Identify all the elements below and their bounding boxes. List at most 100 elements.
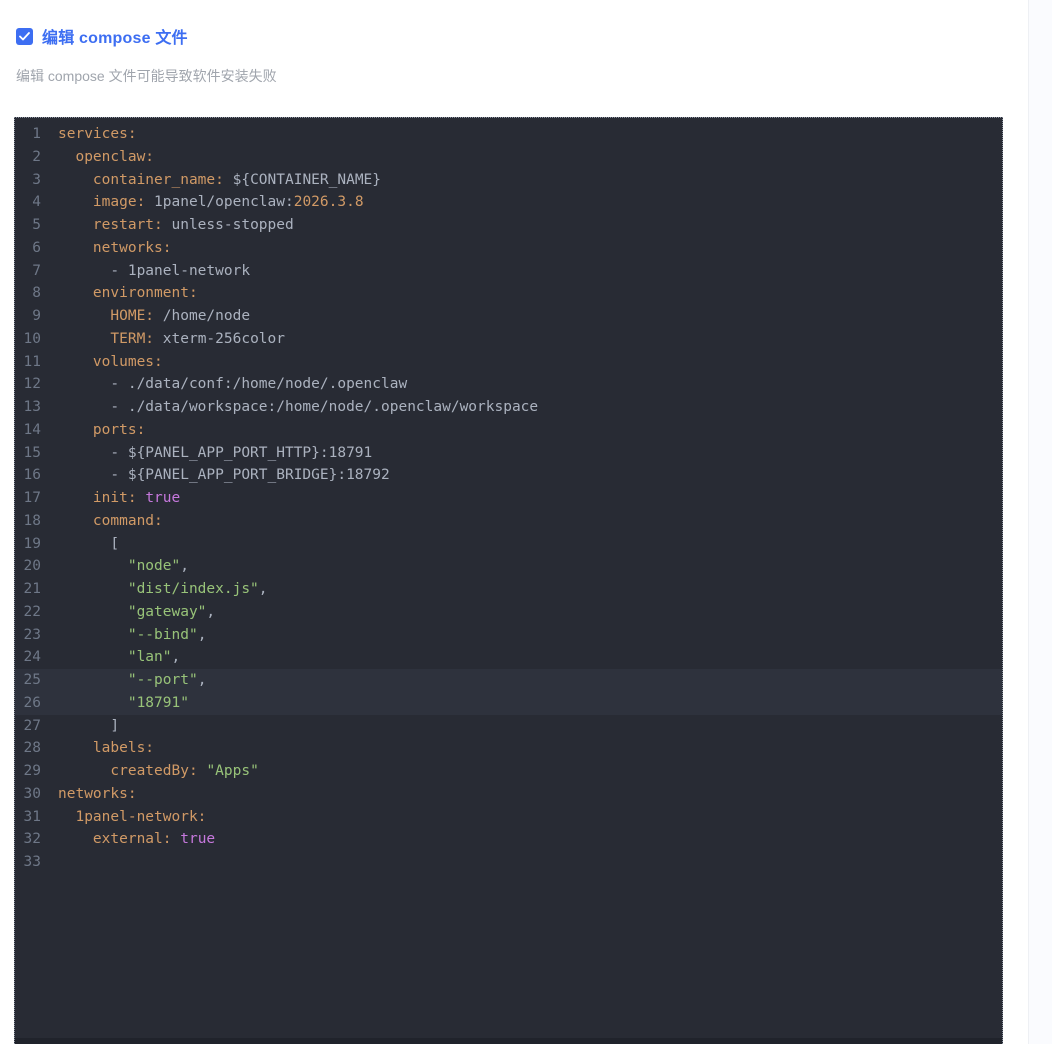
code-line[interactable]: 10 TERM: xterm-256color (15, 328, 1002, 351)
code-line-text: - ./data/conf:/home/node/.openclaw (58, 376, 408, 393)
code-line[interactable]: 21 "dist/index.js", (15, 578, 1002, 601)
code-line-text: openclaw: (75, 148, 155, 165)
code-line[interactable]: 3 container_name: ${CONTAINER_NAME} (15, 169, 1002, 192)
code-line[interactable]: 1 services: (15, 123, 1002, 146)
line-number: 19 (23, 535, 41, 552)
code-line[interactable]: 7 - 1panel-network (15, 260, 1002, 283)
code-line-text: external: true (92, 831, 216, 848)
code-line[interactable]: 31 1panel-network: (15, 806, 1002, 829)
line-number: 8 (32, 285, 41, 302)
line-number: 25 (23, 672, 41, 688)
line-number: 16 (23, 467, 41, 484)
code-line[interactable]: 18 command: (15, 510, 1002, 533)
code-line[interactable]: 9 HOME: /home/node (15, 305, 1002, 328)
line-number: 2 (32, 148, 41, 165)
page-scrollbar-track[interactable] (1028, 0, 1052, 1044)
code-line-text: networks: (92, 239, 172, 256)
line-number: 32 (23, 831, 41, 848)
line-number: 13 (23, 399, 41, 415)
line-number: 12 (23, 376, 41, 393)
code-line[interactable]: 13 - ./data/workspace:/home/node/.opencl… (15, 396, 1002, 419)
line-number: 4 (32, 194, 41, 211)
code-line-text: - ${PANEL_APP_PORT_BRIDGE}:18792 (58, 467, 390, 484)
code-line[interactable]: 29 createdBy: "Apps" (15, 760, 1002, 783)
compose-editor[interactable]: 1 services: 2 openclaw: 3 container_name: $… (14, 117, 1003, 1044)
line-number: 10 (23, 330, 41, 347)
code-line-text: HOME: /home/node (110, 308, 251, 324)
code-line-text: "18791" (127, 694, 189, 711)
line-number: 15 (23, 444, 41, 461)
code-line-text: - ./data/workspace:/home/node/.openclaw/… (58, 399, 539, 415)
code-line[interactable]: 22 "gateway", (15, 601, 1002, 624)
code-line[interactable]: 32 external: true (15, 828, 1002, 851)
code-line[interactable]: 17 init: true (15, 487, 1002, 510)
line-number: 1 (32, 126, 41, 142)
code-line[interactable]: 30 networks: (15, 783, 1002, 806)
line-number: 28 (23, 740, 41, 757)
code-line-text: "dist/index.js", (127, 581, 268, 597)
code-line[interactable]: 24 "lan", (15, 646, 1002, 669)
code-line[interactable]: 20 "node", (15, 555, 1002, 578)
code-line-text: - 1panel-network (58, 262, 251, 279)
line-number: 7 (32, 262, 41, 279)
code-line-text: "lan", (127, 649, 181, 666)
code-line-text: ports: (92, 421, 146, 438)
line-number: 17 (23, 490, 41, 506)
edit-compose-section: 编辑 compose 文件 (16, 24, 188, 48)
code-line-text: environment: (92, 285, 198, 302)
line-number: 27 (23, 717, 41, 734)
line-number: 26 (23, 694, 41, 711)
code-line-text: image: 1panel/openclaw:2026.3.8 (92, 194, 364, 211)
line-number: 14 (23, 421, 41, 438)
code-line[interactable]: 26 "18791" (15, 691, 1002, 715)
code-rows: 1 services: 2 openclaw: 3 container_name: $… (15, 123, 1002, 874)
line-number: 24 (23, 649, 41, 666)
edit-compose-checkbox-row[interactable]: 编辑 compose 文件 (16, 24, 188, 48)
code-line-text: [ (58, 535, 120, 552)
edit-compose-warning: 编辑 compose 文件可能导致软件安装失败 (16, 68, 277, 84)
code-line[interactable]: 25 "--port", (15, 669, 1002, 692)
code-line[interactable]: 11 volumes: (15, 351, 1002, 374)
code-line-text: volumes: (92, 353, 163, 370)
line-number: 22 (23, 603, 41, 620)
code-line[interactable]: 4 image: 1panel/openclaw:2026.3.8 (15, 191, 1002, 214)
line-number: 18 (23, 512, 41, 529)
line-number: 11 (23, 353, 41, 370)
code-line[interactable]: 19 [ (15, 533, 1002, 556)
code-line-text: restart: unless-stopped (92, 217, 294, 233)
code-line[interactable]: 2 openclaw: (15, 146, 1002, 169)
code-line-text: labels: (92, 740, 155, 757)
edit-compose-checkbox[interactable] (16, 27, 33, 45)
line-number: 9 (32, 308, 41, 324)
line-number: 30 (23, 785, 41, 802)
code-line[interactable]: 23 "--bind", (15, 624, 1002, 647)
editor-horizontal-scrollbar[interactable] (15, 1038, 1002, 1044)
code-line[interactable]: 14 ports: (15, 419, 1002, 442)
code-line-text: 1panel-network: (75, 808, 207, 825)
code-line-text: createdBy: "Apps" (110, 763, 259, 779)
code-line[interactable]: 33 (15, 851, 1002, 874)
code-line-text: "node", (127, 558, 189, 575)
line-number: 5 (32, 217, 41, 233)
code-line[interactable]: 15 - ${PANEL_APP_PORT_HTTP}:18791 (15, 442, 1002, 465)
code-line[interactable]: 12 - ./data/conf:/home/node/.openclaw (15, 373, 1002, 396)
code-line[interactable]: 5 restart: unless-stopped (15, 214, 1002, 237)
edit-compose-label[interactable]: 编辑 compose 文件 (42, 24, 188, 48)
line-number: 33 (23, 854, 41, 870)
code-line[interactable]: 27 ] (15, 715, 1002, 738)
code-line-text: init: true (92, 490, 181, 506)
code-line[interactable]: 28 labels: (15, 737, 1002, 760)
code-line-text: TERM: xterm-256color (110, 330, 285, 347)
check-icon (19, 31, 30, 41)
line-number: 29 (23, 763, 41, 779)
code-line[interactable]: 16 - ${PANEL_APP_PORT_BRIDGE}:18792 (15, 464, 1002, 487)
line-number: 21 (23, 581, 41, 597)
code-line-text: networks: (58, 785, 137, 802)
line-number: 23 (23, 626, 41, 643)
code-line[interactable]: 8 environment: (15, 282, 1002, 305)
code-line[interactable]: 6 networks: (15, 237, 1002, 260)
line-number: 20 (23, 558, 41, 575)
line-number: 31 (23, 808, 41, 825)
code-line-text: services: (58, 126, 137, 142)
